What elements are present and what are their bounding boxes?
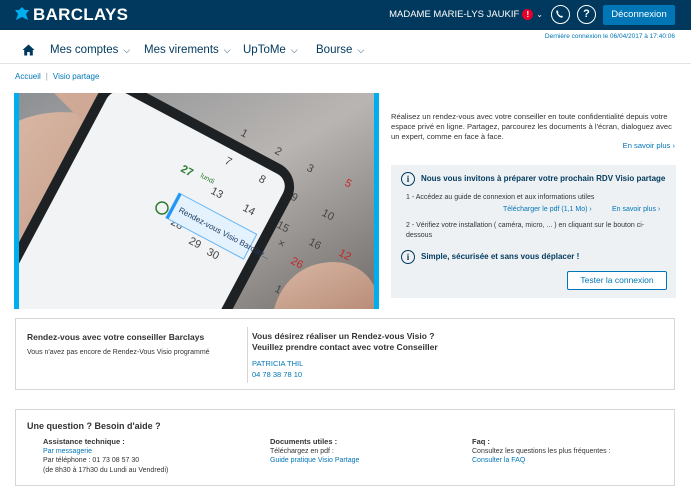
eagle-icon [15,7,29,20]
chevron-right-icon: › [657,206,661,213]
barclays-logo[interactable]: BARCLAYS [14,5,128,25]
nav-item-uptome[interactable]: UpToMe ⌵ [243,44,298,56]
rdv-none-text: Vous n'avez pas encore de Rendez-Vous Vi… [27,349,210,356]
advisor-name[interactable]: PATRICIA THIL [252,359,303,368]
chevron-down-icon: ⌵ [223,44,231,55]
documents-column: Documents utiles : Téléchargez en pdf : … [270,437,359,466]
brand-name: BARCLAYS [33,5,129,24]
chevron-down-icon: ⌵ [290,44,298,55]
rdv-question: Vous désirez réaliser un Rendez-vous Vis… [252,331,438,353]
chevron-right-icon: › [589,206,592,213]
guide-link[interactable]: Guide pratique Visio Partage [270,456,359,466]
nav-item-mes-virements[interactable]: Mes virements ⌵ [144,44,231,56]
alert-badge: ! [522,9,534,20]
assistance-hours: (de 8h30 à 17h30 du Lundi au Vendredi) [43,466,169,474]
user-name: MADAME MARIE-LYS JAUKIF [389,9,520,20]
help-box: Une question ? Besoin d'aide ? Assistanc… [15,409,675,486]
hero-accent-bar-left [14,93,19,309]
faq-link[interactable]: Consulter la FAQ [472,456,611,466]
hero-accent-bar-right [374,93,379,309]
prepare-panel: i Nous vous invitons à préparer votre pr… [391,165,676,298]
phone-photo: 1 2 3 7 8 9 10 13 14 15 16 18 27 28 29 3… [14,93,379,309]
prepare-title: Nous vous invitons à préparer votre proc… [421,174,666,183]
intro-text: Réalisez un rendez-vous avec votre conse… [391,112,672,142]
prepare-simple: Simple, sécurisée et sans vous déplacer … [421,252,580,261]
chevron-right-icon: › [672,141,675,150]
nav-item-label: UpToMe [243,44,286,56]
info-icon: i [401,172,415,186]
top-bar: BARCLAYS MADAME MARIE-LYS JAUKIF ! ⌄ ? D… [0,0,691,30]
intro-more-link[interactable]: En savoir plus › [623,141,675,150]
intro-more-label: En savoir plus [622,141,671,150]
divider [247,327,248,383]
rdv-question-line1: Vous désirez réaliser un Rendez-vous Vis… [252,331,435,341]
nav-item-label: Bourse [316,44,353,56]
info-icon: i [401,250,415,264]
breadcrumb-current: Visio partage [52,72,100,81]
messaging-link[interactable]: Par messagerie [43,447,168,457]
breadcrumb-home[interactable]: Accueil [15,72,41,81]
rdv-title: Rendez-vous avec votre conseiller Barcla… [27,332,205,342]
logout-button[interactable]: Déconnexion [603,5,675,25]
faq-text: Consultez les questions les plus fréquen… [472,447,611,455]
breadcrumb: Accueil | Visio partage [15,72,99,81]
download-pdf-link[interactable]: Télécharger le pdf (1,1 Mo) › [503,206,592,213]
hero-image: 1 2 3 7 8 9 10 13 14 15 16 18 27 28 29 3… [14,93,379,309]
user-menu[interactable]: MADAME MARIE-LYS JAUKIF ! ⌄ [389,9,543,20]
nav-item-label: Mes comptes [50,44,119,56]
nav-item-bourse[interactable]: Bourse ⌵ [316,44,364,56]
nav-item-mes-comptes[interactable]: Mes comptes ⌵ [50,44,130,56]
download-pdf-label: Télécharger le pdf (1,1 Mo) [503,206,588,213]
home-icon[interactable] [22,44,35,56]
chevron-down-icon: ⌵ [123,44,131,55]
assistance-column: Assistance technique : Par messagerie Pa… [43,437,168,475]
prepare-more-link[interactable]: En savoir plus › [612,206,660,213]
help-icon[interactable]: ? [577,5,596,24]
last-connection: Dernière connexion le 06/04/2017 à 17:40… [544,33,675,40]
advisor-phone[interactable]: 04 78 38 78 10 [252,370,302,379]
phone-icon[interactable] [551,5,570,24]
prepare-step1: 1 - Accédez au guide de connexion et aux… [406,194,595,201]
assistance-title: Assistance technique : [43,437,125,446]
prepare-step2: 2 - Vérifiez votre installation ( caméra… [406,222,645,239]
documents-title: Documents utiles : [270,437,338,446]
rdv-box: Rendez-vous avec votre conseiller Barcla… [15,318,675,390]
documents-text: Téléchargez en pdf : [270,447,334,455]
chevron-down-icon: ⌵ [357,44,365,55]
prepare-more-label: En savoir plus [612,206,656,213]
faq-title: Faq : [472,437,490,446]
nav-item-label: Mes virements [144,44,219,56]
rdv-question-line2: Veuillez prendre contact avec votre Cons… [252,342,438,352]
main-nav: Mes comptes ⌵ Mes virements ⌵ UpToMe ⌵ B… [0,40,691,64]
help-title: Une question ? Besoin d'aide ? [27,421,161,431]
assistance-phone: Par téléphone : 01 73 08 57 30 [43,457,140,464]
faq-column: Faq : Consultez les questions les plus f… [472,437,611,466]
chevron-down-icon: ⌄ [536,10,543,19]
breadcrumb-separator: | [45,72,48,81]
test-connection-button[interactable]: Tester la connexion [567,271,667,290]
